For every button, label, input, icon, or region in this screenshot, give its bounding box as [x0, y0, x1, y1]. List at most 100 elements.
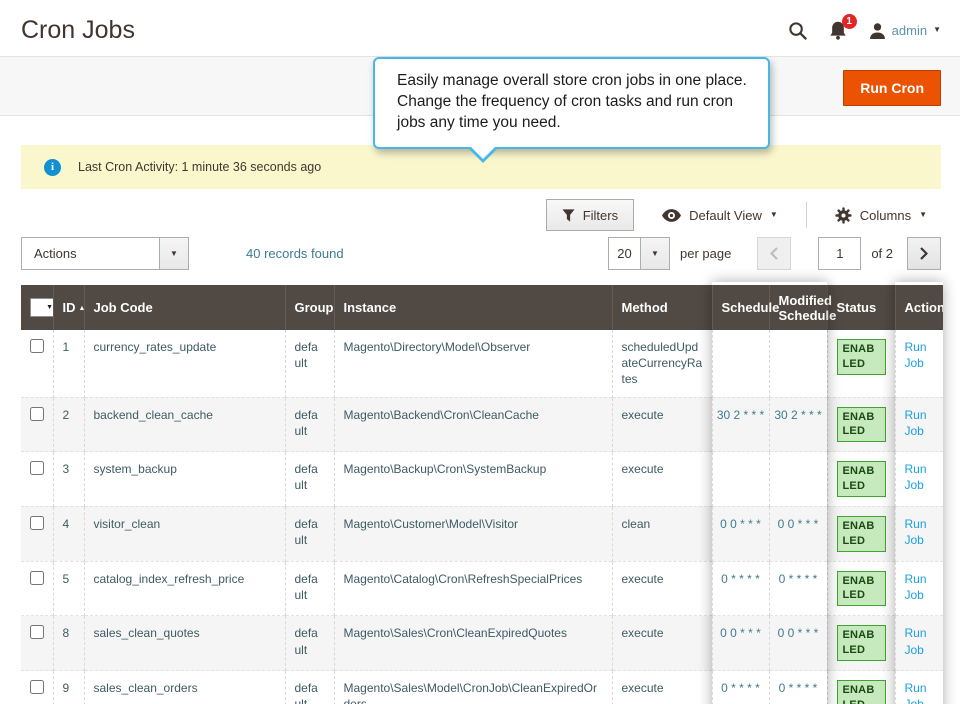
search-icon[interactable]	[788, 21, 807, 40]
row-checkbox[interactable]	[30, 339, 44, 353]
row-checkbox[interactable]	[30, 571, 44, 585]
cell-group: default	[285, 397, 334, 452]
cell-method: scheduledUpdateCurrencyRates	[612, 330, 712, 397]
column-header-schedule[interactable]: Schedule	[712, 285, 769, 330]
grid-header: ▼ ID▲ Job Code Group Instance Method Sch…	[21, 285, 943, 330]
cell-instance: Magento\Sales\Model\CronJob\CleanExpired…	[334, 671, 612, 704]
cell-id: 3	[53, 452, 84, 507]
cell-modified-schedule: 0 0 * * *	[769, 616, 827, 671]
next-page-button[interactable]	[907, 237, 941, 270]
cell-id: 2	[53, 397, 84, 452]
cell-instance: Magento\Catalog\Cron\RefreshSpecialPrice…	[334, 561, 612, 616]
run-job-link[interactable]: Run Job	[905, 680, 935, 704]
cell-schedule: 30 2 * * *	[712, 397, 769, 452]
cell-schedule	[712, 452, 769, 507]
row-checkbox[interactable]	[30, 680, 44, 694]
cell-modified-schedule: 0 * * * *	[769, 561, 827, 616]
run-job-link[interactable]: Run Job	[905, 407, 935, 439]
table-row: 1 currency_rates_update default Magento\…	[21, 330, 943, 397]
run-job-link[interactable]: Run Job	[905, 339, 935, 371]
page-title: Cron Jobs	[21, 16, 135, 45]
divider	[806, 202, 807, 228]
status-badge: ENABLED	[837, 461, 886, 497]
cell-method: execute	[612, 616, 712, 671]
feature-tooltip: Easily manage overall store cron jobs in…	[373, 57, 770, 149]
cell-job-code: currency_rates_update	[84, 330, 285, 397]
grid-body: 1 currency_rates_update default Magento\…	[21, 330, 943, 704]
default-view-dropdown[interactable]: Default View ▼	[648, 208, 792, 223]
cell-job-code: sales_clean_quotes	[84, 616, 285, 671]
current-page-input[interactable]	[818, 237, 861, 270]
cell-job-code: system_backup	[84, 452, 285, 507]
actions-dropdown[interactable]: Actions ▼	[21, 237, 189, 270]
cell-instance: Magento\Backend\Cron\CleanCache	[334, 397, 612, 452]
cell-job-code: visitor_clean	[84, 506, 285, 561]
cell-instance: Magento\Customer\Model\Visitor	[334, 506, 612, 561]
cell-job-code: backend_clean_cache	[84, 397, 285, 452]
run-job-link[interactable]: Run Job	[905, 516, 935, 548]
cell-group: default	[285, 671, 334, 704]
user-avatar-icon	[869, 22, 886, 39]
status-badge: ENABLED	[837, 625, 886, 661]
status-badge: ENABLED	[837, 339, 886, 375]
cell-method: execute	[612, 671, 712, 704]
cell-modified-schedule	[769, 452, 827, 507]
column-header-instance[interactable]: Instance	[334, 285, 612, 330]
grid-view-controls: Filters Default View ▼ Columns ▼	[21, 198, 941, 232]
chevron-down-icon: ▼	[770, 211, 778, 219]
row-checkbox[interactable]	[30, 461, 44, 475]
column-header-method[interactable]: Method	[612, 285, 712, 330]
filter-funnel-icon	[562, 209, 575, 222]
chevron-down-icon: ▼	[170, 250, 178, 258]
cell-id: 9	[53, 671, 84, 704]
cell-method: execute	[612, 561, 712, 616]
status-badge: ENABLED	[837, 571, 886, 607]
cell-job-code: catalog_index_refresh_price	[84, 561, 285, 616]
cell-id: 8	[53, 616, 84, 671]
cell-job-code: sales_clean_orders	[84, 671, 285, 704]
cell-instance: Magento\Directory\Model\Observer	[334, 330, 612, 397]
previous-page-button	[757, 237, 791, 270]
row-checkbox[interactable]	[30, 407, 44, 421]
column-header-job-code[interactable]: Job Code	[84, 285, 285, 330]
cell-id: 1	[53, 330, 84, 397]
cell-schedule: 0 0 * * *	[712, 616, 769, 671]
row-checkbox[interactable]	[30, 516, 44, 530]
cell-group: default	[285, 561, 334, 616]
cell-modified-schedule: 0 * * * *	[769, 671, 827, 704]
run-cron-button[interactable]: Run Cron	[843, 70, 941, 106]
run-job-link[interactable]: Run Job	[905, 461, 935, 493]
cell-instance: Magento\Backup\Cron\SystemBackup	[334, 452, 612, 507]
table-row: 4 visitor_clean default Magento\Customer…	[21, 506, 943, 561]
admin-username: admin	[892, 23, 927, 38]
chevron-down-icon: ▼	[651, 250, 659, 258]
notification-count-badge: 1	[842, 14, 857, 29]
column-header-status[interactable]: Status	[827, 285, 895, 330]
columns-dropdown[interactable]: Columns ▼	[821, 207, 941, 224]
column-header-group[interactable]: Group	[285, 285, 334, 330]
status-badge: ENABLED	[837, 680, 886, 704]
select-all-header: ▼	[21, 285, 53, 330]
cell-schedule: 0 0 * * *	[712, 506, 769, 561]
chevron-right-icon	[920, 247, 928, 260]
row-checkbox[interactable]	[30, 625, 44, 639]
filters-button[interactable]: Filters	[546, 199, 634, 231]
run-job-link[interactable]: Run Job	[905, 571, 935, 603]
cell-group: default	[285, 616, 334, 671]
sort-asc-icon: ▲	[79, 305, 86, 312]
column-header-action[interactable]: Action	[895, 285, 943, 330]
run-job-link[interactable]: Run Job	[905, 625, 935, 657]
table-row: 2 backend_clean_cache default Magento\Ba…	[21, 397, 943, 452]
header-actions: 1 admin ▼	[788, 21, 941, 40]
per-page-dropdown[interactable]: 20 ▼	[608, 237, 670, 270]
page-header: Cron Jobs 1 admin ▼	[0, 0, 960, 56]
info-icon: i	[44, 159, 61, 176]
cell-id: 4	[53, 506, 84, 561]
cell-schedule: 0 * * * *	[712, 561, 769, 616]
chevron-left-icon	[770, 247, 778, 260]
notifications-bell-icon[interactable]: 1	[829, 21, 847, 40]
cell-group: default	[285, 506, 334, 561]
admin-account-menu[interactable]: admin ▼	[869, 22, 941, 39]
column-header-id[interactable]: ID▲	[53, 285, 84, 330]
gear-icon	[835, 207, 852, 224]
